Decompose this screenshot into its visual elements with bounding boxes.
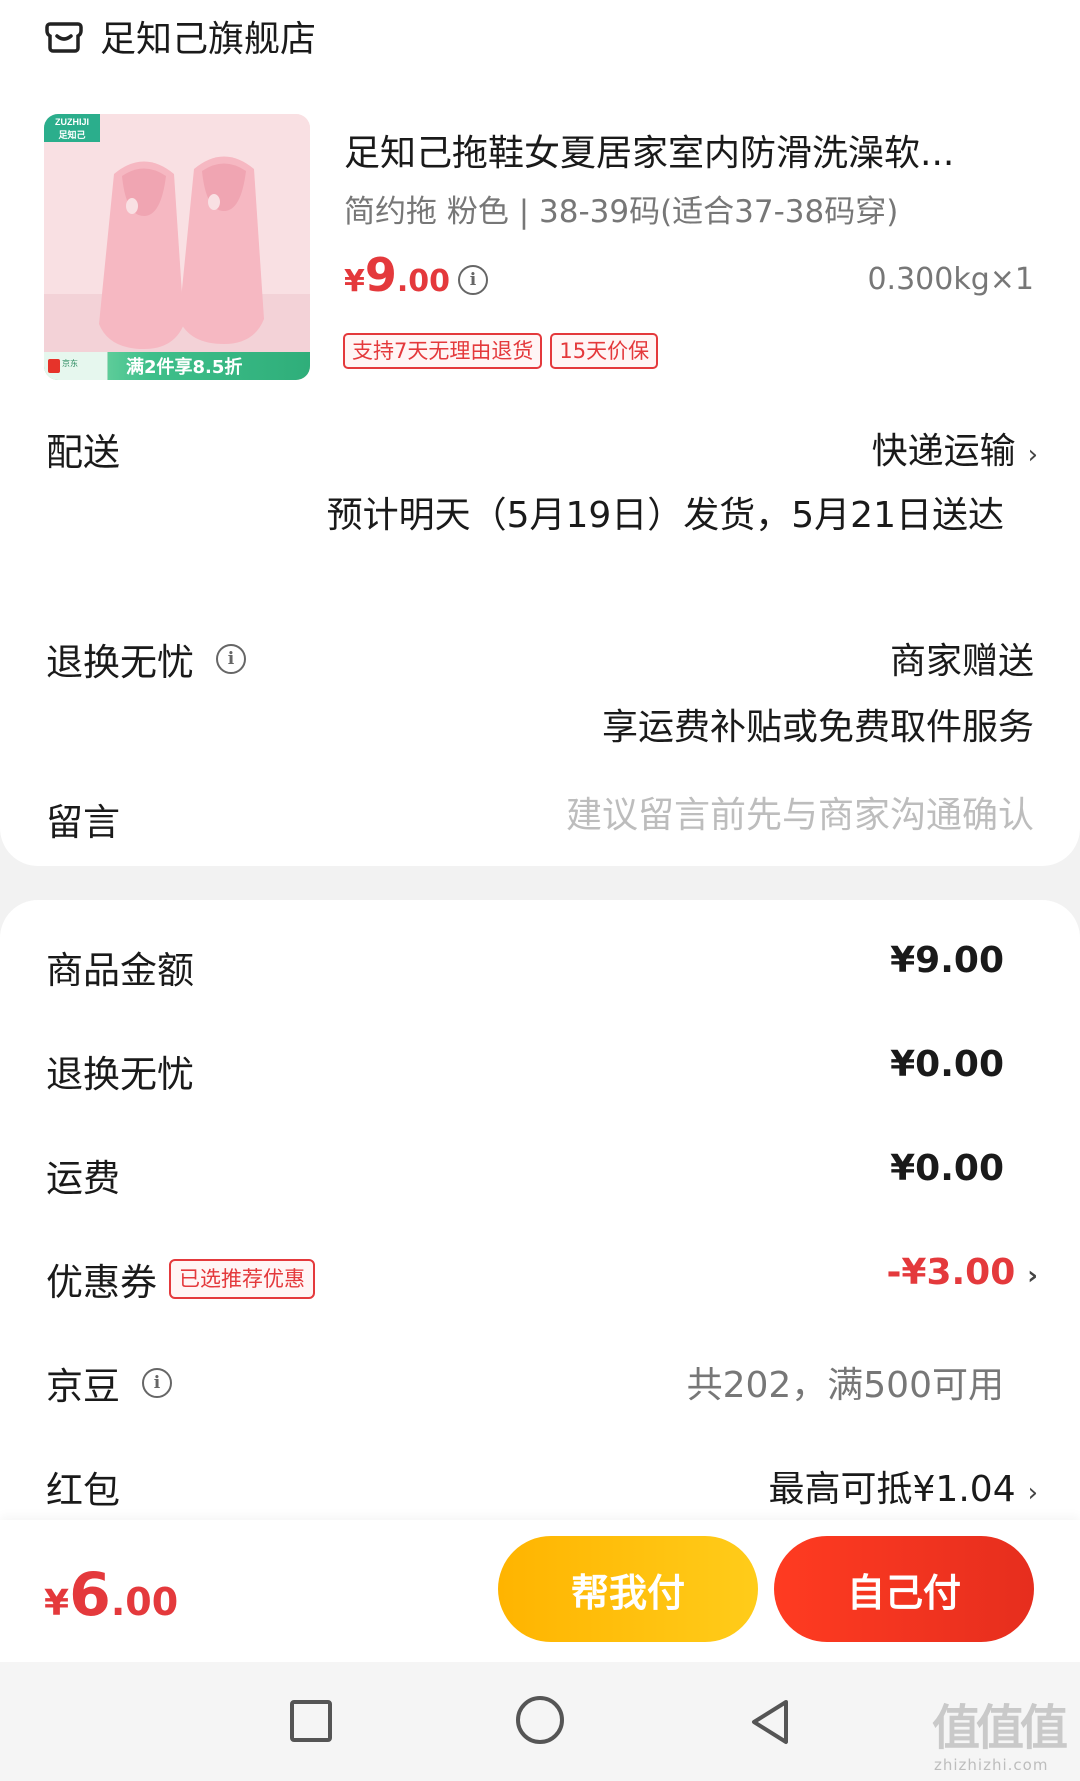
shop-name: 足知己旗舰店 <box>100 19 317 60</box>
bean-info-icon[interactable]: i <box>142 1368 172 1398</box>
price-decimal: .00 <box>396 264 451 299</box>
message-input[interactable] <box>474 788 1034 842</box>
returns-label-row: 退换无忧 i <box>46 632 246 686</box>
price-info-icon[interactable]: i <box>458 265 488 295</box>
redpacket-value: 最高可抵¥1.04 <box>768 1469 1016 1510</box>
bean-value: 共202，满500可用 <box>686 1365 1004 1406</box>
product-spec[interactable]: 简约拖 粉色 | 38-39码(适合37-38码穿) <box>344 186 898 231</box>
bean-label-row: 京豆 i <box>46 1356 172 1410</box>
store-icon <box>45 22 83 53</box>
tag-7day-return: 支持7天无理由退货 <box>343 333 543 369</box>
watermark-text: zhizhizhi.com <box>934 1756 1049 1774</box>
returns-value: 商家赠送 <box>889 641 1034 682</box>
coupon-value: -¥3.00 <box>886 1252 1016 1293</box>
total-price: ¥ 6 .00 <box>44 1560 178 1630</box>
checkout-bar: ¥ 6 .00 帮我付 自己付 <box>0 1520 1080 1662</box>
price-integer: 9 <box>364 248 397 302</box>
bean-label: 京豆 <box>46 1365 120 1408</box>
image-promo-banner: 京东 满2件享8.5折 <box>44 352 310 380</box>
returns-sub: 享运费补贴或免费取件服务 <box>601 707 1034 748</box>
brand-logo: ZUZHIJI 足知己 <box>44 114 100 142</box>
delivery-estimate: 预计明天（5月19日）发货，5月21日送达 <box>326 495 1004 536</box>
message-label: 留言 <box>46 801 120 844</box>
total-symbol: ¥ <box>44 1583 70 1624</box>
slipper-image <box>44 114 310 380</box>
redpacket-selector[interactable]: 最高可抵¥1.04 › <box>769 1460 1038 1512</box>
delivery-label: 配送 <box>46 431 120 474</box>
goods-amount-value: ¥9.00 <box>890 940 1004 981</box>
watermark-glyphs: 值值值 <box>932 1700 1068 1756</box>
goods-amount-label: 商品金额 <box>46 949 194 992</box>
coupon-selector[interactable]: -¥3.00 › <box>886 1252 1038 1293</box>
delivery-option[interactable]: 快递运输 › <box>872 422 1038 474</box>
tag-price-protect: 15天价保 <box>550 333 659 369</box>
redpacket-label: 红包 <box>46 1469 120 1512</box>
coupon-label: 优惠券 <box>46 1261 157 1304</box>
product-price: ¥ 9 .00 <box>344 248 450 308</box>
self-pay-button[interactable]: 自己付 <box>774 1536 1034 1642</box>
delivery-method: 快递运输 <box>871 431 1016 472</box>
system-nav-bar <box>0 1662 1080 1781</box>
watermark: 值值值 zhizhizhi.com <box>932 1700 1076 1778</box>
chevron-right-icon: › <box>1027 1261 1038 1291</box>
price-symbol: ¥ <box>344 264 365 299</box>
shipping-fee-value: ¥0.00 <box>890 1148 1004 1189</box>
returns-label: 退换无忧 <box>46 641 194 684</box>
price-summary-card: 商品金额 ¥9.00 退换无忧 ¥0.00 运费 ¥0.00 优惠券 已选推荐优… <box>0 900 1080 1520</box>
logistics-badge: 京东 <box>44 352 108 380</box>
returns-fee-label: 退换无忧 <box>46 1053 194 1096</box>
product-title[interactable]: 足知己拖鞋女夏居家室内防滑洗澡软... <box>344 124 1004 176</box>
image-promo-text: 满2件享8.5折 <box>126 357 243 378</box>
chevron-right-icon: › <box>1027 1478 1038 1508</box>
total-decimal: .00 <box>110 1580 179 1624</box>
shipping-fee-label: 运费 <box>46 1157 120 1200</box>
service-tags: 支持7天无理由退货 15天价保 <box>343 333 659 369</box>
coupon-label-row: 优惠券 已选推荐优惠 <box>46 1252 315 1306</box>
coupon-tag: 已选推荐优惠 <box>169 1259 315 1299</box>
returns-info-icon[interactable]: i <box>216 644 246 674</box>
shop-header[interactable]: 足知己旗舰店 <box>44 6 316 66</box>
order-product-card: 足知己旗舰店 ZUZHIJI 足知己 京东 满2件享8.5折 足知己拖鞋女夏居家室… <box>0 0 1080 866</box>
home-icon[interactable] <box>516 1696 564 1744</box>
friend-pay-button[interactable]: 帮我付 <box>498 1536 758 1642</box>
recent-apps-icon[interactable] <box>290 1700 332 1742</box>
product-weight: 0.300kg×1 <box>867 262 1034 297</box>
total-integer: 6 <box>69 1560 111 1630</box>
returns-fee-value: ¥0.00 <box>890 1044 1004 1085</box>
chevron-right-icon: › <box>1027 440 1038 470</box>
back-icon[interactable] <box>746 1696 794 1748</box>
product-image[interactable]: ZUZHIJI 足知己 京东 满2件享8.5折 <box>44 114 310 380</box>
